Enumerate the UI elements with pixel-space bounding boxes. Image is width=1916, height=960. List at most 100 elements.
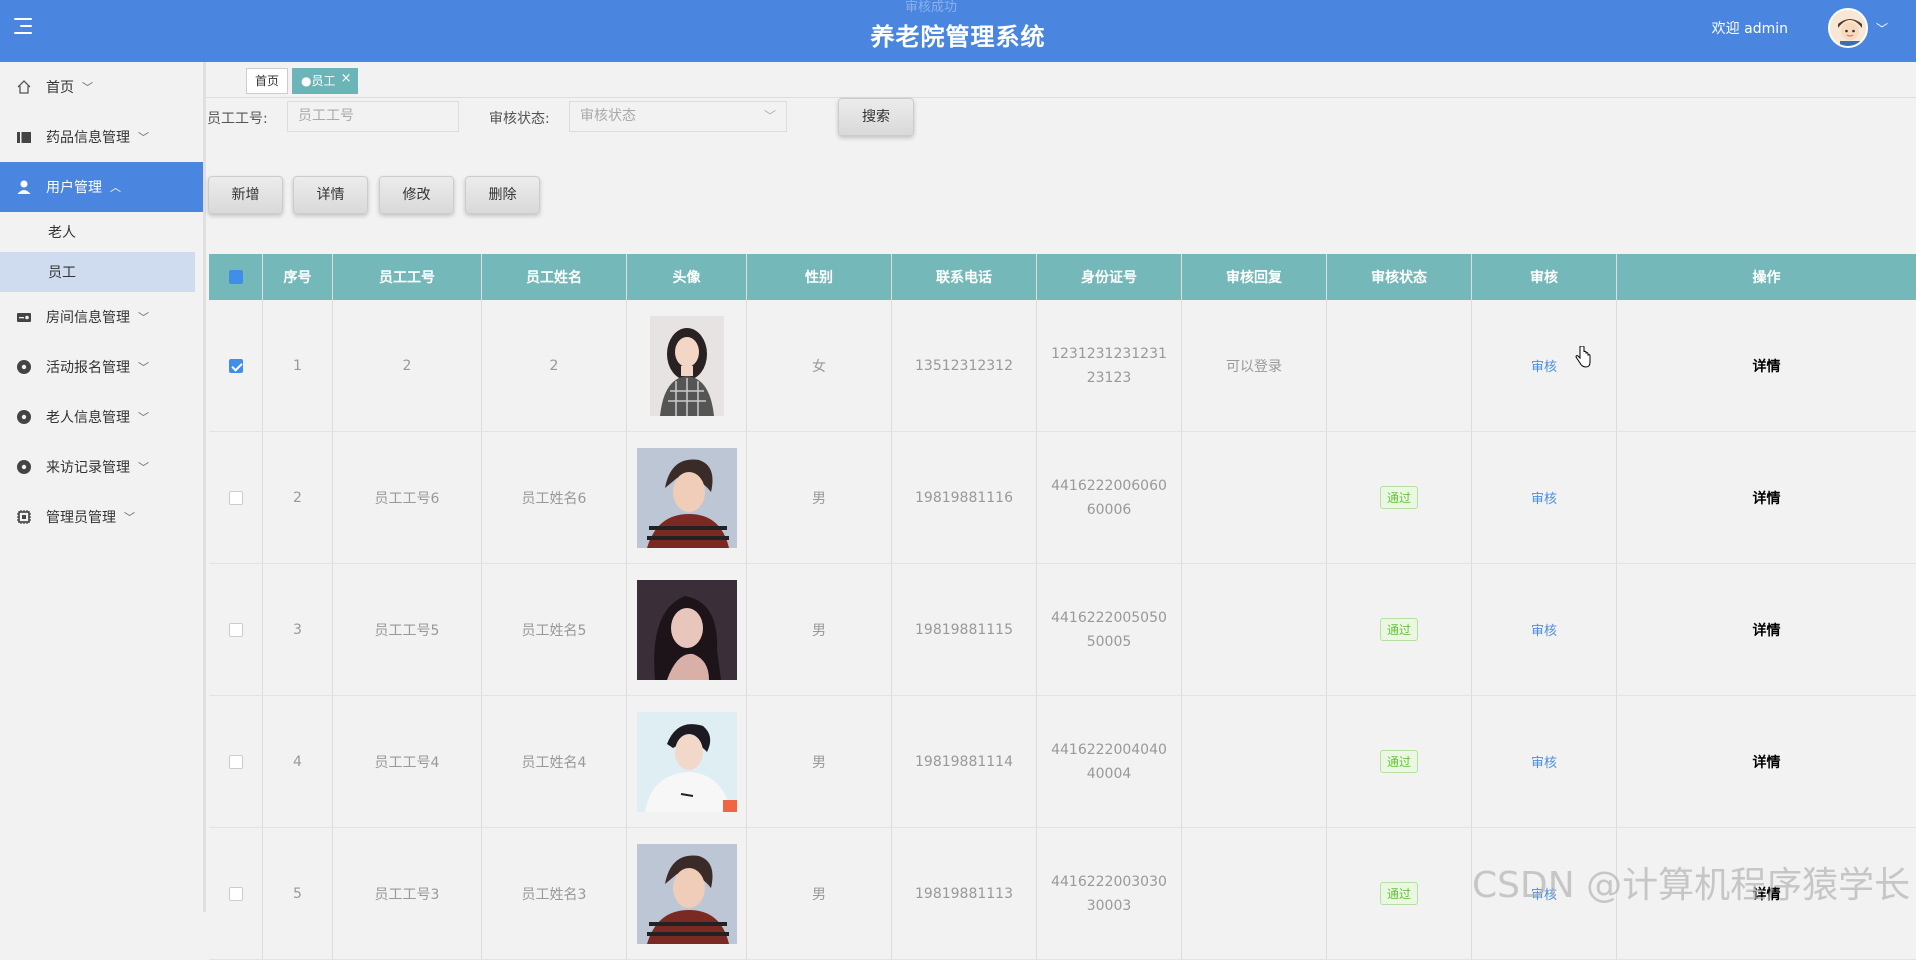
edit-button[interactable]: 修改 [379,176,454,214]
chevron-down-icon: ﹀ [138,411,149,424]
detail-link[interactable]: 详情 [1753,620,1781,640]
cell-name: 员工姓名6 [482,432,627,563]
id-number-text: 441622200303030003 [1051,873,1167,914]
table-row[interactable]: 2 员工工号6 员工姓名6 男 19819881116 441622200606… [209,432,1916,564]
sidebar-item-elderly-info[interactable]: 老人信息管理 ﹀ [0,392,203,442]
audit-link[interactable]: 审核 [1531,752,1557,771]
close-icon[interactable]: × [341,67,352,91]
row-checkbox[interactable] [228,754,243,769]
sidebar-item-rooms[interactable]: 房间信息管理 ﹀ [0,292,203,342]
sidebar-item-label: 用户管理 [46,180,102,196]
sidebar-item-label: 老人信息管理 [46,410,130,426]
detail-button[interactable]: 详情 [293,176,368,214]
cell-phone: 19819881113 [892,828,1037,959]
column-header: 操作 [1752,270,1781,286]
row-checkbox[interactable] [228,358,243,373]
sidebar-item-activity[interactable]: 活动报名管理 ﹀ [0,342,203,392]
sidebar-subitem-staff[interactable]: 员工 [0,252,195,292]
row-checkbox[interactable] [228,622,243,637]
row-checkbox[interactable] [228,886,243,901]
row-select-cell[interactable] [209,828,263,959]
sidebar-item-home[interactable]: 首页 ﹀ [0,62,203,112]
sidebar-item-label: 首页 [46,80,74,96]
cell-phone: 19819881116 [892,432,1037,563]
cell-photo [627,696,747,827]
circle-icon [16,409,32,425]
tab-home[interactable]: 首页 [246,68,289,94]
status-badge: 通过 [1379,486,1418,509]
cell-photo [627,564,747,695]
cell-gender: 男 [747,696,892,827]
row-select-cell[interactable] [209,696,263,827]
cell-audit: 审核 [1472,300,1617,431]
row-select-cell[interactable] [209,564,263,695]
circle-icon [16,459,32,475]
table-row[interactable]: 4 员工工号4 员工姓名4 男 19819881114 441622200404… [209,696,1916,828]
room-icon [16,309,32,325]
cell-emp-no: 员工工号6 [333,432,482,563]
success-toast: 审核成功 [905,0,958,15]
id-number-text: 123123123123123123 [1051,345,1167,386]
select-all-cell[interactable] [209,254,263,300]
row-select-cell[interactable] [209,300,263,431]
audit-link[interactable]: 审核 [1531,356,1557,375]
cell-status: 通过 [1327,828,1472,959]
tab-staff[interactable]: ●员工 × [292,67,359,94]
cell-id-number: 441622200303030003 [1037,828,1182,959]
chevron-down-icon: ﹀ [138,131,149,144]
pointer-cursor-icon [1574,345,1592,372]
cell-name: 员工姓名5 [482,564,627,695]
cell-emp-no: 员工工号5 [333,564,482,695]
staff-photo [636,579,737,680]
chevron-down-icon: ﹀ [138,361,149,374]
employee-no-input[interactable]: 员工工号 [287,101,459,132]
sidebar-item-label: 活动报名管理 [46,360,130,376]
select-all-checkbox[interactable] [228,270,243,284]
status-select[interactable]: 审核状态 ﹀ [569,101,787,132]
detail-link[interactable]: 详情 [1753,356,1781,376]
cell-phone: 13512312312 [892,300,1037,431]
cell-name: 2 [482,300,627,431]
cell-status: 通过 [1327,432,1472,563]
column-header: 头像 [627,254,747,300]
cell-name: 员工姓名3 [482,828,627,959]
sidebar-item-admins[interactable]: 管理员管理 ﹀ [0,492,203,542]
delete-button[interactable]: 删除 [465,176,540,214]
id-number-text: 441622200404040004 [1051,741,1167,782]
id-number-text: 441622200505050005 [1051,609,1167,650]
employee-no-label: 员工工号: [207,111,268,127]
detail-link[interactable]: 详情 [1753,488,1781,508]
sidebar-item-users[interactable]: 用户管理 ︿ [0,162,203,212]
cell-status: 通过 [1327,564,1472,695]
detail-link[interactable]: 详情 [1753,752,1781,772]
column-header: 序号 [263,254,333,300]
cell-id-number: 441622200606060006 [1037,432,1182,563]
cell-photo [627,432,747,563]
sidebar-subitem-elderly[interactable]: 老人 [0,212,203,252]
sidebar-item-medicine[interactable]: 药品信息管理 ﹀ [0,112,203,162]
status-badge: 通过 [1379,750,1418,773]
add-button[interactable]: 新增 [208,176,283,214]
column-header: 审核 [1472,254,1617,300]
home-icon [16,79,32,95]
chevron-down-icon[interactable]: ﹀ [1876,20,1888,37]
audit-link[interactable]: 审核 [1531,620,1557,639]
user-icon [16,179,32,195]
table-row[interactable]: 3 员工工号5 员工姓名5 男 19819881115 441622200505… [209,564,1916,696]
row-checkbox[interactable] [228,490,243,505]
tab-label: ●员工 [301,74,336,88]
search-button[interactable]: 搜索 [838,98,914,136]
chevron-down-icon: ﹀ [138,311,149,324]
avatar[interactable] [1828,8,1868,48]
cell-gender: 男 [747,828,892,959]
table-header: 序号 员工工号 员工姓名 头像 性别 联系电话 身份证号 审核回复 审核状态 审… [209,254,1916,300]
cell-gender: 男 [747,564,892,695]
row-select-cell[interactable] [209,432,263,563]
sidebar-item-label: 来访记录管理 [46,460,130,476]
cell-id-number: 123123123123123123 [1037,300,1182,431]
sidebar-item-visits[interactable]: 来访记录管理 ﹀ [0,442,203,492]
app-header: 审核成功 养老院管理系统 欢迎 admin ﹀ [0,0,1916,62]
table-row[interactable]: 1 2 2 女 13512312312 123123123123123123 可… [209,300,1916,432]
audit-link[interactable]: 审核 [1531,488,1557,507]
status-badge: 通过 [1379,618,1418,641]
